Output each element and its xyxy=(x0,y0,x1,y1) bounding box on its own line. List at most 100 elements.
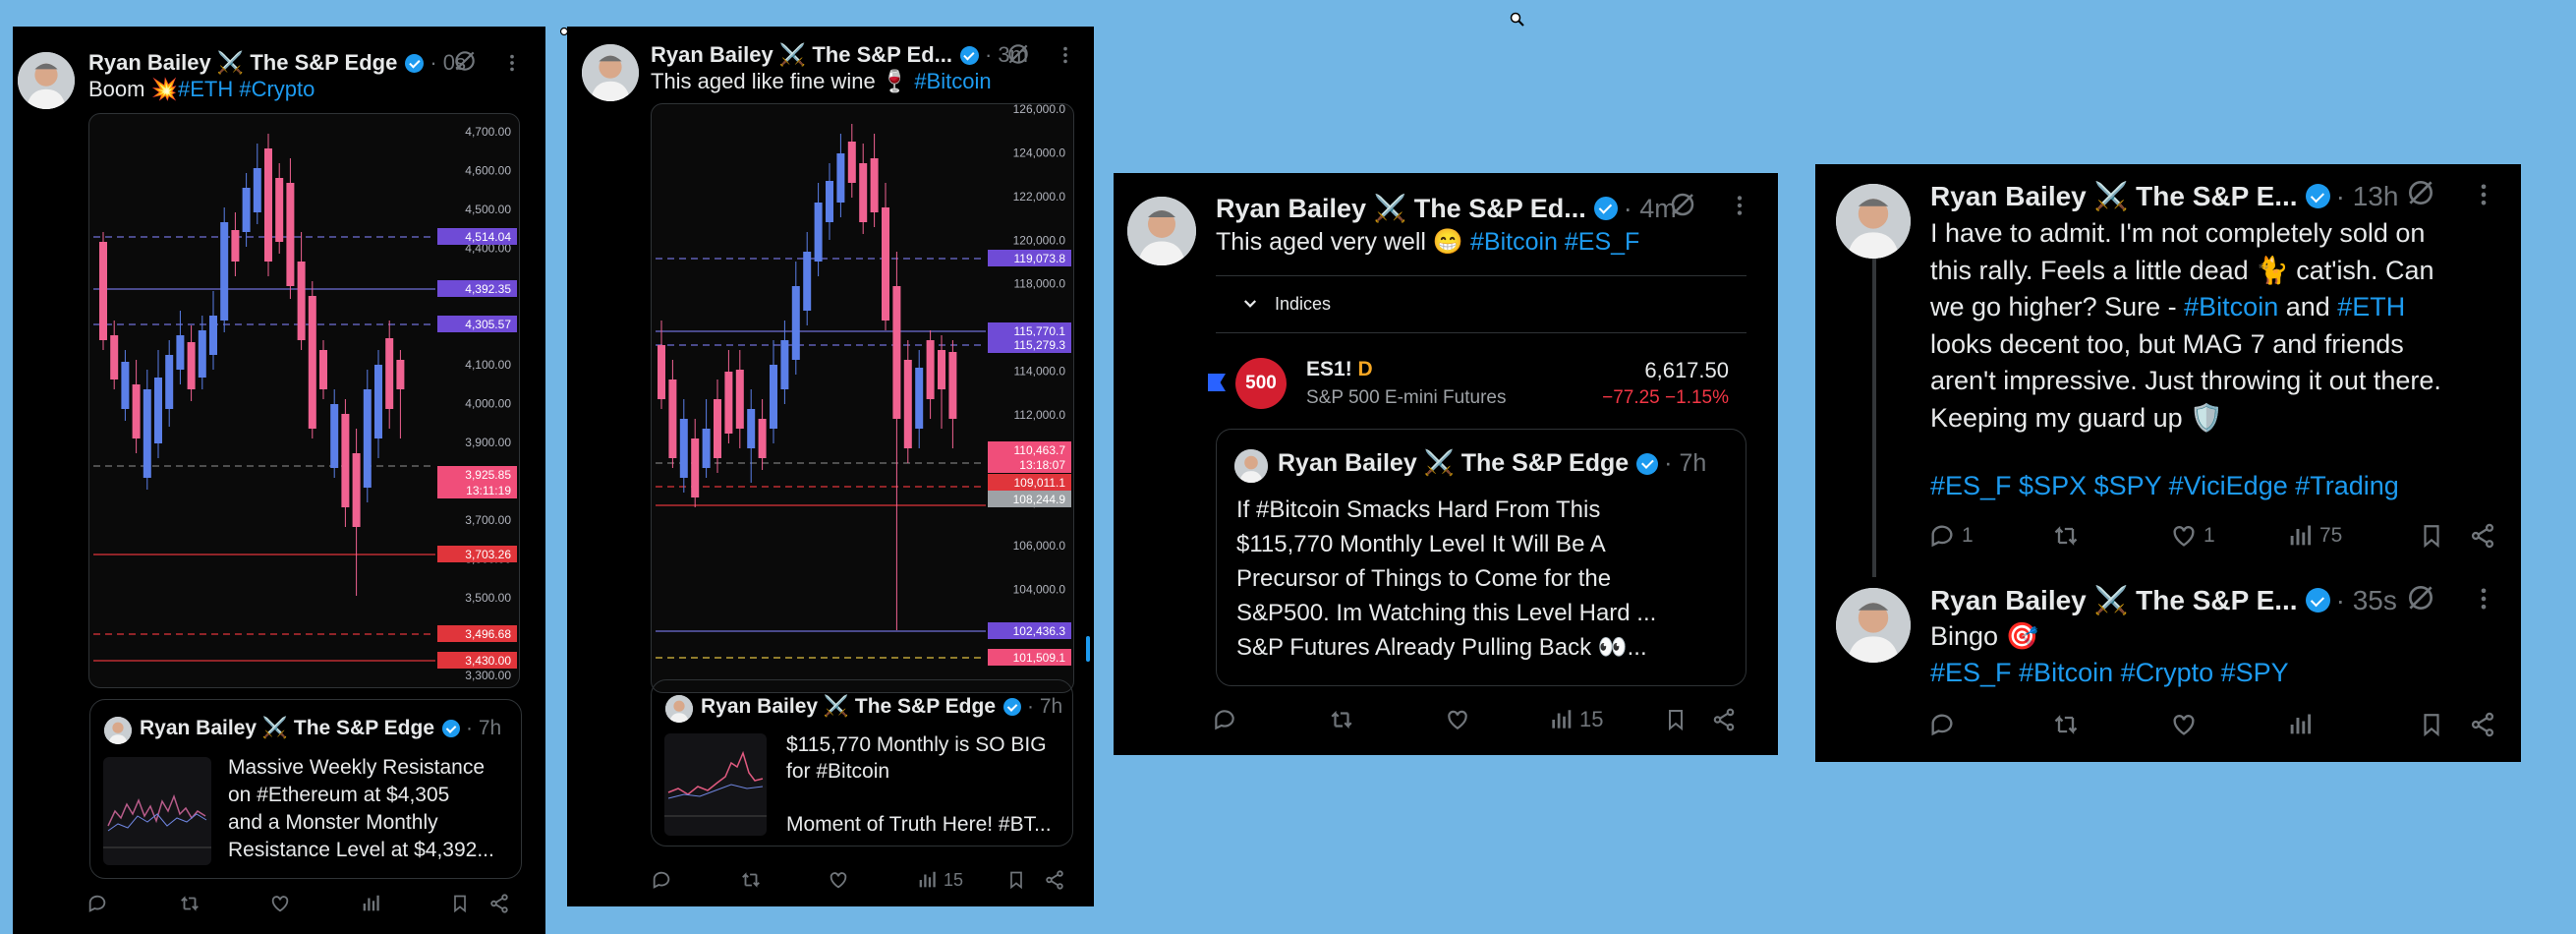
more-icon[interactable] xyxy=(1727,193,1752,218)
price-tag-label: 13:18:07 xyxy=(1019,458,1065,472)
price-tag-label: 115,279.3 xyxy=(1014,338,1066,352)
reply-icon xyxy=(88,895,106,912)
hashtag-bitcoin[interactable]: #Bitcoin xyxy=(2184,292,2278,321)
chevron-down-icon[interactable] xyxy=(1241,295,1259,313)
like-button[interactable] xyxy=(828,869,849,891)
price-tag-label: 102,436.3 xyxy=(1013,624,1066,638)
hashtags[interactable]: #ETH #Crypto xyxy=(178,77,315,101)
chart-image-btc[interactable]: 126,000.0 124,000.0 122,000.0 120,000.0 118,… xyxy=(651,103,1074,693)
repost-button[interactable] xyxy=(739,869,763,891)
views-button[interactable] xyxy=(360,893,381,914)
bookmark-button[interactable] xyxy=(1006,869,1026,891)
reply-button[interactable] xyxy=(1928,711,1956,738)
reply-button[interactable] xyxy=(86,893,108,914)
candle-body xyxy=(747,409,756,448)
avatar[interactable] xyxy=(18,52,75,109)
quoted-post[interactable]: Ryan Bailey ⚔️ The S&P Edge · 7h If #Bit… xyxy=(1216,429,1746,686)
candle-body xyxy=(735,370,744,429)
thread-card[interactable]: Ryan Bailey ⚔️ The S&P E... · 13h I have… xyxy=(1815,164,2521,762)
views-button[interactable]: 15 xyxy=(1548,707,1603,732)
author-name[interactable]: Ryan Bailey ⚔️ The S&P Ed... xyxy=(651,42,952,68)
author-name[interactable]: Ryan Bailey ⚔️ The S&P Edge xyxy=(88,50,397,76)
views-button[interactable]: 15 xyxy=(916,869,963,891)
candle-body xyxy=(385,338,394,409)
indices-label[interactable]: Indices xyxy=(1275,294,1331,315)
quote-line: S&P500. Im Watching this Level Hard ... xyxy=(1236,600,1657,626)
quote-line: Moment of Truth Here! #BT... xyxy=(786,813,1052,836)
like-button[interactable]: 1 xyxy=(2170,522,2215,550)
views-button[interactable] xyxy=(2286,711,2314,738)
hashtags[interactable]: #Bitcoin #ES_F xyxy=(1470,228,1639,256)
bookmark-button[interactable] xyxy=(2419,711,2444,738)
author-name[interactable]: Ryan Bailey ⚔️ The S&P Ed... xyxy=(1216,193,1586,224)
ticker-symbol[interactable]: ES1! xyxy=(1306,358,1352,380)
reply-button[interactable]: 1 xyxy=(1928,522,1974,550)
reply-button[interactable] xyxy=(1212,707,1237,732)
price-scale-label: 3,700.00 xyxy=(465,513,511,527)
ticker-widget[interactable]: Indices 500 ES1! D S&P 500 E-mini Future… xyxy=(1208,275,1746,411)
avatar[interactable] xyxy=(1127,197,1196,265)
hashtag-eth[interactable]: #ETH xyxy=(2337,292,2405,321)
grok-icon[interactable] xyxy=(1005,41,1031,67)
more-icon[interactable] xyxy=(1055,44,1076,66)
like-icon xyxy=(830,872,847,889)
reply-icon xyxy=(653,871,670,889)
avatar[interactable] xyxy=(582,44,639,101)
post-header: Ryan Bailey ⚔️ The S&P Edge · 0s xyxy=(88,50,466,76)
thread-line xyxy=(1872,253,1876,577)
grok-icon[interactable] xyxy=(1668,190,1697,219)
like-button[interactable] xyxy=(269,893,291,914)
candle-body xyxy=(679,419,688,478)
candle-body xyxy=(658,345,665,399)
more-icon[interactable] xyxy=(2470,181,2497,208)
reply-button[interactable] xyxy=(651,869,672,891)
repost-button[interactable] xyxy=(2051,522,2081,550)
author-name[interactable]: Ryan Bailey ⚔️ The S&P E... xyxy=(1930,584,2298,616)
candle-body xyxy=(724,372,733,434)
hashtags[interactable]: #ES_F #Bitcoin #Crypto #SPY xyxy=(1930,658,2289,688)
avatar[interactable] xyxy=(1836,588,1911,663)
views-button[interactable]: 75 xyxy=(2286,522,2342,550)
like-button[interactable] xyxy=(1445,707,1470,732)
zoom-cursor-icon xyxy=(1510,12,1524,27)
repost-button[interactable] xyxy=(1328,707,1355,732)
author-name[interactable]: Ryan Bailey ⚔️ The S&P E... xyxy=(1930,180,2298,212)
post-header: Ryan Bailey ⚔️ The S&P Ed... · 3m xyxy=(651,42,1028,68)
grok-icon[interactable] xyxy=(2405,177,2436,208)
repost-icon xyxy=(2054,526,2078,546)
quoted-post[interactable]: Ryan Bailey ⚔️ The S&P Edge · 7h Massive… xyxy=(89,699,522,879)
bookmark-button[interactable] xyxy=(450,893,470,914)
post-card-bitcoin[interactable]: Ryan Bailey ⚔️ The S&P Ed... · 3m This a… xyxy=(567,27,1094,906)
price-scale-label: 4,000.00 xyxy=(465,397,511,411)
candle-body xyxy=(803,252,812,311)
candlestick-chart: 126,000.0 124,000.0 122,000.0 120,000.0 118,… xyxy=(656,104,1071,666)
share-button[interactable] xyxy=(2469,522,2496,550)
post-card-es-f[interactable]: Ryan Bailey ⚔️ The S&P Ed... · 4m This a… xyxy=(1114,173,1778,755)
avatar[interactable] xyxy=(1836,184,1911,259)
post-card-eth[interactable]: Ryan Bailey ⚔️ The S&P Edge · 0s Boom 💥#… xyxy=(13,27,545,934)
price-tag-label: 3,925.85 xyxy=(465,468,511,482)
repost-button[interactable] xyxy=(178,893,201,914)
share-button[interactable] xyxy=(2469,711,2496,738)
bookmark-button[interactable] xyxy=(1664,707,1688,732)
ticker-flag-icon xyxy=(1208,374,1226,391)
hashtags[interactable]: #ES_F $SPX $SPY #ViciEdge #Trading xyxy=(1930,471,2399,501)
share-button[interactable] xyxy=(1044,869,1065,891)
more-icon[interactable] xyxy=(2470,585,2497,613)
more-icon[interactable] xyxy=(501,52,523,74)
scroll-indicator[interactable] xyxy=(1086,636,1090,662)
hashtags[interactable]: #Bitcoin xyxy=(914,69,991,93)
candle-body xyxy=(176,335,185,370)
post-time[interactable]: · 35s xyxy=(2336,585,2397,616)
quoted-post[interactable]: Ryan Bailey ⚔️ The S&P Edge · 7h $115,77… xyxy=(651,679,1073,846)
quote-line: $115,770 Monthly is SO BIG xyxy=(786,733,1047,756)
grok-icon[interactable] xyxy=(2405,582,2436,613)
share-button[interactable] xyxy=(1711,707,1737,732)
like-button[interactable] xyxy=(2170,711,2198,738)
repost-button[interactable] xyxy=(2051,711,2081,738)
grok-icon[interactable] xyxy=(452,48,478,74)
share-button[interactable] xyxy=(488,893,510,914)
chart-image-eth[interactable]: 4,700.004,600.004,500.004,400.004,300.00… xyxy=(88,113,520,688)
bookmark-button[interactable] xyxy=(2419,522,2444,550)
post-time[interactable]: · 13h xyxy=(2336,181,2399,212)
